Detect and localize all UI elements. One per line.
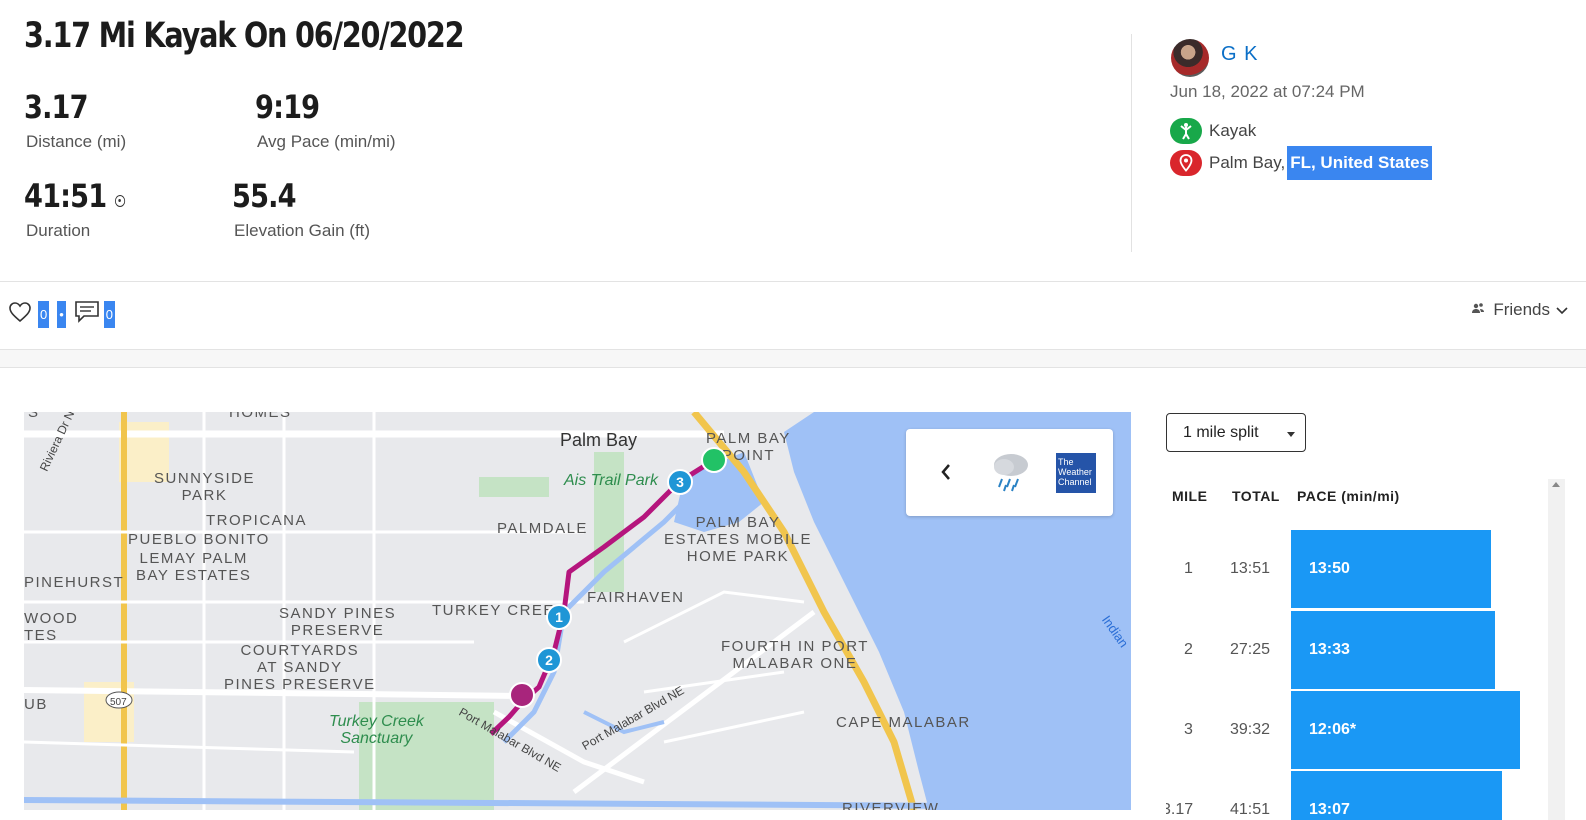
map-label-pinehurst: PINEHURST <box>24 574 125 591</box>
splits-scrollbar[interactable] <box>1548 479 1565 820</box>
split-total: 41:51 <box>1230 801 1271 818</box>
map-label-ais-trail-park: Ais Trail Park <box>564 472 658 489</box>
location-row: Palm Bay, FL, United States <box>1170 146 1433 180</box>
comment-icon[interactable] <box>74 300 100 329</box>
avg-pace-label: Avg Pace (min/mi) <box>257 132 396 151</box>
split-total: 39:32 <box>1230 721 1271 738</box>
activity-type-label: Kayak <box>1209 121 1257 140</box>
like-count[interactable]: 0 <box>38 300 50 328</box>
duration-value: 41:51 <box>24 177 107 215</box>
separator-dot: • <box>57 300 66 328</box>
mile-marker-2[interactable]: 2 <box>536 647 562 673</box>
location-city: Palm Bay, <box>1209 153 1286 172</box>
heart-icon[interactable] <box>8 301 32 328</box>
avg-pace-value: 9:19 <box>255 88 320 126</box>
stat-distance: 3.17 Distance (mi) <box>24 88 126 152</box>
map-label-estates-mobile: PALM BAY ESTATES MOBILE HOME PARK <box>664 514 812 565</box>
header-divider <box>1131 34 1132 252</box>
split-pace-bar: 12:06* <box>1291 691 1520 769</box>
map-label-pueblo-bonito: PUEBLO BONITO <box>128 531 270 548</box>
distance-label: Distance (mi) <box>26 132 127 151</box>
split-pace-bar: 13:07 <box>1291 771 1502 820</box>
map-label-courtyards: COURTYARDS AT SANDY PINES PRESERVE <box>224 642 376 693</box>
splits-header-total: TOTAL <box>1232 488 1280 504</box>
map-label-cape-malabar: CAPE MALABAR <box>836 714 971 731</box>
map-label-sunnyside-park: SUNNYSIDE PARK <box>154 470 256 504</box>
split-selector[interactable]: 1 mile split <box>1166 413 1306 452</box>
map-label-homes: HOMES <box>229 412 292 421</box>
route-start-marker[interactable] <box>701 447 727 473</box>
split-mile: 3 <box>1184 721 1193 738</box>
chevron-down-icon <box>1556 300 1568 320</box>
activity-date: Jun 18, 2022 at 07:24 PM <box>1170 82 1365 101</box>
split-row: 3.17 41:51 13:07 <box>1166 771 1538 820</box>
split-mile: 2 <box>1184 641 1193 658</box>
map-label-turkey-creek-sanctuary: Turkey Creek Sanctuary <box>329 713 424 747</box>
rain-cloud-icon <box>990 449 1032 498</box>
activity-type-row: Kayak <box>1170 118 1256 144</box>
duration-label: Duration <box>26 221 91 240</box>
dropdown-caret-icon <box>1287 424 1295 442</box>
stat-elevation: 55.4 Elevation Gain (ft) <box>232 177 370 241</box>
stat-avg-pace: 9:19 Avg Pace (min/mi) <box>255 88 396 152</box>
scroll-up-icon[interactable] <box>1552 482 1560 487</box>
split-total: 27:25 <box>1230 641 1271 658</box>
privacy-label: Friends <box>1493 300 1550 319</box>
elevation-label: Elevation Gain (ft) <box>234 221 371 240</box>
map-label-fairhaven: FAIRHAVEN <box>587 589 685 606</box>
split-mile: 1 <box>1184 560 1193 577</box>
mile-marker-3[interactable]: 3 <box>667 469 693 495</box>
section-separator <box>0 349 1586 368</box>
weather-panel: The Weather Channel <box>906 429 1113 516</box>
social-bar: 0 • 0 <box>8 299 117 329</box>
location-region: FL, United States <box>1287 146 1433 180</box>
split-total: 13:51 <box>1230 560 1271 577</box>
kayak-icon <box>1170 118 1202 144</box>
map-label-route-507: 507 <box>110 697 127 708</box>
map-label-turkey-creek: TURKEY CREE <box>432 602 555 619</box>
comment-count[interactable]: 0 <box>103 300 116 328</box>
splits-header-mile: MILE <box>1172 488 1208 504</box>
map-label-riverview: RIVERVIEW <box>842 800 940 810</box>
people-icon <box>1471 300 1485 320</box>
stat-duration: 41:51 Duration <box>24 177 143 241</box>
map-label-lemay: LEMAY PALM BAY ESTATES <box>136 550 252 584</box>
split-pace-bar: 13:50 <box>1291 530 1491 608</box>
split-mile: 3.17 <box>1166 801 1194 818</box>
split-selector-label: 1 mile split <box>1183 423 1259 441</box>
activity-title: 3.17 Mi Kayak On 06/20/2022 <box>24 16 465 56</box>
mile-marker-1[interactable]: 1 <box>546 604 572 630</box>
split-row: 3 39:32 12:06* <box>1166 691 1538 769</box>
map-label-tropicana: TROPICANA <box>206 512 308 529</box>
chevron-left-icon[interactable] <box>940 463 952 486</box>
avatar[interactable] <box>1171 39 1209 77</box>
route-end-marker[interactable] <box>509 682 535 708</box>
location-pin-icon <box>1170 150 1202 176</box>
weather-channel-logo[interactable]: The Weather Channel <box>1056 453 1096 493</box>
divider-top <box>0 281 1586 282</box>
split-pace-bar: 13:33 <box>1291 611 1495 689</box>
distance-value: 3.17 <box>24 88 89 126</box>
map-label-sandy-pines: SANDY PINES PRESERVE <box>279 605 397 639</box>
split-row: 2 27:25 13:33 <box>1166 611 1538 689</box>
map-label-palmdale: PALMDALE <box>497 520 588 537</box>
map-label-fourth-in-port: FOURTH IN PORT MALABAR ONE <box>721 638 869 672</box>
map-label-palm-bay: Palm Bay <box>560 430 638 450</box>
split-row: 1 13:51 13:50 <box>1166 530 1538 608</box>
clock-icon <box>114 195 126 207</box>
map-label-top-s: S <box>28 412 40 421</box>
splits-header-pace: PACE (min/mi) <box>1297 488 1400 504</box>
elevation-value: 55.4 <box>232 177 297 215</box>
map-label-ub: UB <box>24 696 48 713</box>
privacy-dropdown[interactable]: Friends <box>1471 300 1568 320</box>
username-link[interactable]: G K <box>1221 43 1258 66</box>
map-label-wood: WOOD TES <box>24 610 79 644</box>
